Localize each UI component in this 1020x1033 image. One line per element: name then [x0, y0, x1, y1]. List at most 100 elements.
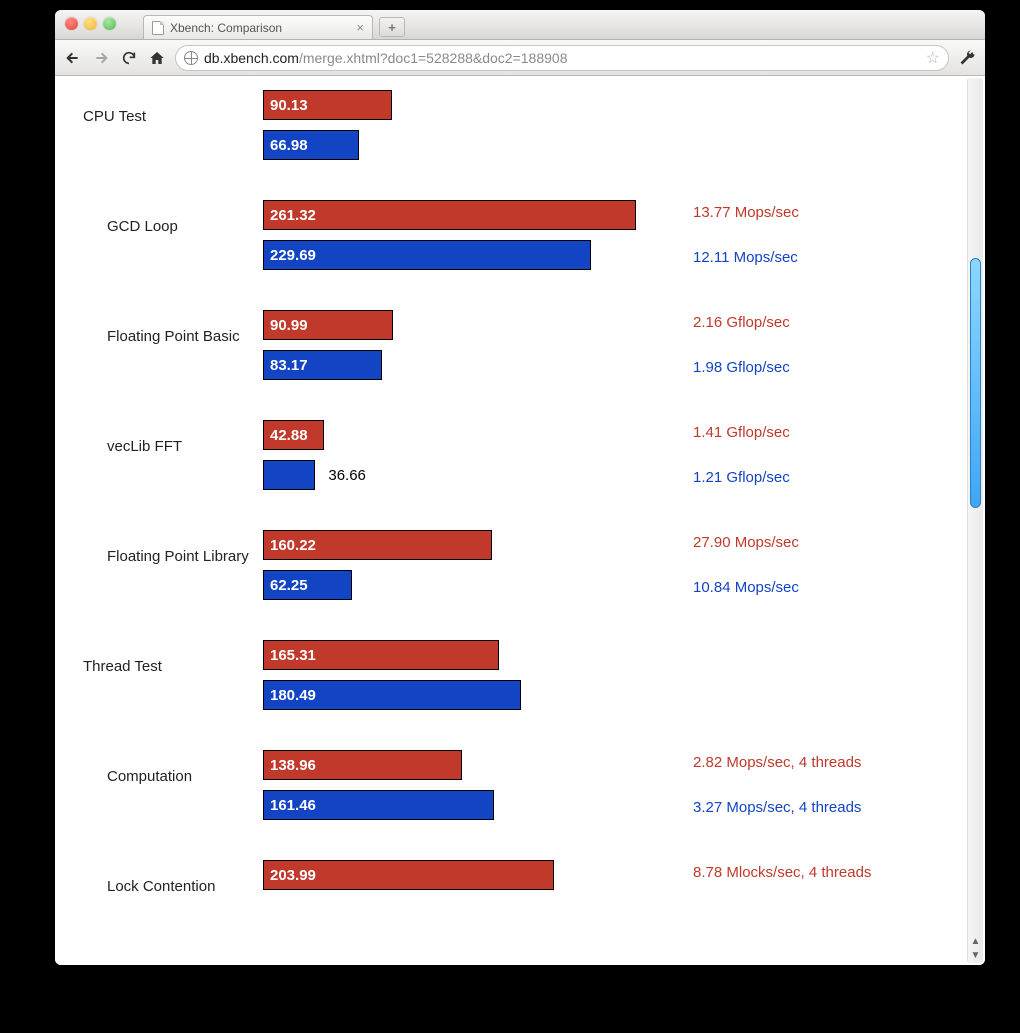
toolbar: db.xbench.com/merge.xhtml?doc1=528288&do… [55, 40, 985, 76]
benchmark-label: Floating Point Basic [83, 310, 253, 380]
bar-series-a: 203.99 [263, 860, 554, 890]
benchmark-row: Floating Point Basic 90.99 83.17 2.16 Gflop… [83, 310, 957, 380]
metric-series-a: 2.82 Mops/sec, 4 threads [693, 754, 957, 771]
bar-value: 160.22 [264, 537, 316, 554]
metric-column [693, 90, 957, 160]
forward-button[interactable] [91, 48, 111, 68]
bar-value: 36.66 [322, 467, 366, 484]
bar-series-b: 62.25 [263, 570, 352, 600]
metric-column: 13.77 Mops/sec 12.11 Mops/sec [693, 200, 957, 270]
zoom-window-button[interactable] [103, 17, 116, 30]
metric-series-a: 1.41 Gflop/sec [693, 424, 957, 441]
bookmark-star-icon[interactable]: ☆ [926, 48, 940, 68]
back-button[interactable] [63, 48, 83, 68]
benchmark-label: Lock Contention [83, 860, 253, 895]
bar-series-a: 165.31 [263, 640, 499, 670]
benchmark-row: vecLib FFT 42.88 36.66 1.41 Gflop/sec 1.21 G… [83, 420, 957, 490]
metric-series-a: 13.77 Mops/sec [693, 204, 957, 221]
bar-pair: 90.99 83.17 [263, 310, 683, 380]
home-button[interactable] [147, 48, 167, 68]
bar-series-a: 90.13 [263, 90, 392, 120]
bar-series-b: 83.17 [263, 350, 382, 380]
bar-value: 180.49 [264, 687, 316, 704]
benchmark-row: Thread Test 165.31 180.49 [83, 640, 957, 710]
benchmark-row: Floating Point Library 160.22 62.25 27.90 M… [83, 530, 957, 600]
metric-column: 2.16 Gflop/sec 1.98 Gflop/sec [693, 310, 957, 380]
bar-value: 42.88 [264, 427, 308, 444]
bar-value: 165.31 [264, 647, 316, 664]
url-text: db.xbench.com/merge.xhtml?doc1=528288&do… [204, 50, 568, 66]
bar-value: 90.13 [264, 97, 308, 114]
benchmark-label: Thread Test [83, 640, 253, 710]
metric-column [693, 640, 957, 710]
bar-series-b: 66.98 [263, 130, 359, 160]
metric-series-b: 1.21 Gflop/sec [693, 469, 957, 486]
window-controls [65, 17, 116, 30]
browser-tab[interactable]: Xbench: Comparison × [143, 15, 373, 39]
benchmark-row: CPU Test90.1366.98 [83, 90, 957, 160]
titlebar: Xbench: Comparison × + [55, 10, 985, 40]
bar-series-b: 180.49 [263, 680, 521, 710]
bar-value: 83.17 [264, 357, 308, 374]
tab-title: Xbench: Comparison [170, 21, 282, 35]
metric-series-a: 2.16 Gflop/sec [693, 314, 957, 331]
bar-value: 229.69 [264, 247, 316, 264]
bar-pair: 160.22 62.25 [263, 530, 683, 600]
bar-pair: 42.88 36.66 [263, 420, 683, 490]
metric-series-a: 8.78 Mlocks/sec, 4 threads [693, 864, 957, 881]
viewport: CPU Test90.1366.98GCD Loop261.32229.6913… [55, 76, 985, 965]
bar-value: 203.99 [264, 867, 316, 884]
metric-series-a: 27.90 Mops/sec [693, 534, 957, 551]
bar-series-b: 161.46 [263, 790, 494, 820]
benchmark-label: Floating Point Library [83, 530, 253, 600]
bar-pair: 90.13 66.98 [263, 90, 683, 160]
reload-button[interactable] [119, 48, 139, 68]
address-bar[interactable]: db.xbench.com/merge.xhtml?doc1=528288&do… [175, 45, 949, 71]
metric-column: 1.41 Gflop/sec 1.21 Gflop/sec [693, 420, 957, 490]
metric-series-b: 3.27 Mops/sec, 4 threads [693, 799, 957, 816]
bar-value: 261.32 [264, 207, 316, 224]
bar-series-a: 160.22 [263, 530, 492, 560]
bar-pair: 165.31 180.49 [263, 640, 683, 710]
benchmark-label: GCD Loop [83, 200, 253, 270]
new-tab-button[interactable]: + [379, 17, 405, 37]
bar-series-a: 138.96 [263, 750, 462, 780]
bar-value: 138.96 [264, 757, 316, 774]
settings-wrench-button[interactable] [957, 48, 977, 68]
close-tab-button[interactable]: × [356, 21, 364, 34]
page-icon [152, 21, 164, 35]
metric-column: 2.82 Mops/sec, 4 threads 3.27 Mops/sec, 4… [693, 750, 957, 820]
benchmark-chart: CPU Test90.1366.98GCD Loop261.32229.6913… [55, 76, 985, 965]
vertical-scrollbar[interactable]: ▲ ▼ [967, 78, 983, 963]
bar-pair: 138.96 161.46 [263, 750, 683, 820]
metric-series-b: 10.84 Mops/sec [693, 579, 957, 596]
bar-series-a: 42.88 [263, 420, 324, 450]
bar-series-b: 36.66 [263, 460, 315, 490]
browser-window: Xbench: Comparison × + db.xbench.com/mer… [55, 10, 985, 965]
scroll-down-arrow[interactable]: ▼ [971, 949, 980, 961]
bar-value: 66.98 [264, 137, 308, 154]
metric-series-b: 12.11 Mops/sec [693, 249, 957, 266]
benchmark-row: GCD Loop 261.32 229.69 13.77 Mops/sec 12.11 … [83, 200, 957, 270]
bar-series-a: 90.99 [263, 310, 393, 340]
metric-column: 8.78 Mlocks/sec, 4 threads [693, 860, 957, 895]
bar-series-a: 261.32 [263, 200, 636, 230]
bar-pair: 203.99 [263, 860, 683, 895]
bar-value: 90.99 [264, 317, 308, 334]
bar-value: 161.46 [264, 797, 316, 814]
minimize-window-button[interactable] [84, 17, 97, 30]
close-window-button[interactable] [65, 17, 78, 30]
bar-pair: 261.32 229.69 [263, 200, 683, 270]
benchmark-label: vecLib FFT [83, 420, 253, 490]
metric-column: 27.90 Mops/sec 10.84 Mops/sec [693, 530, 957, 600]
bar-series-b: 229.69 [263, 240, 591, 270]
tab-strip: Xbench: Comparison × + [143, 10, 405, 39]
benchmark-label: Computation [83, 750, 253, 820]
scrollbar-thumb[interactable] [970, 258, 981, 508]
globe-icon [184, 51, 198, 65]
benchmark-row: Computation 138.96 161.46 2.82 Mops/sec, 4 … [83, 750, 957, 820]
scroll-up-arrow[interactable]: ▲ [971, 935, 980, 947]
benchmark-row: Lock Contention 203.99 8.78 Mlocks/sec, 4 … [83, 860, 957, 895]
metric-series-b: 1.98 Gflop/sec [693, 359, 957, 376]
bar-value: 62.25 [264, 577, 308, 594]
